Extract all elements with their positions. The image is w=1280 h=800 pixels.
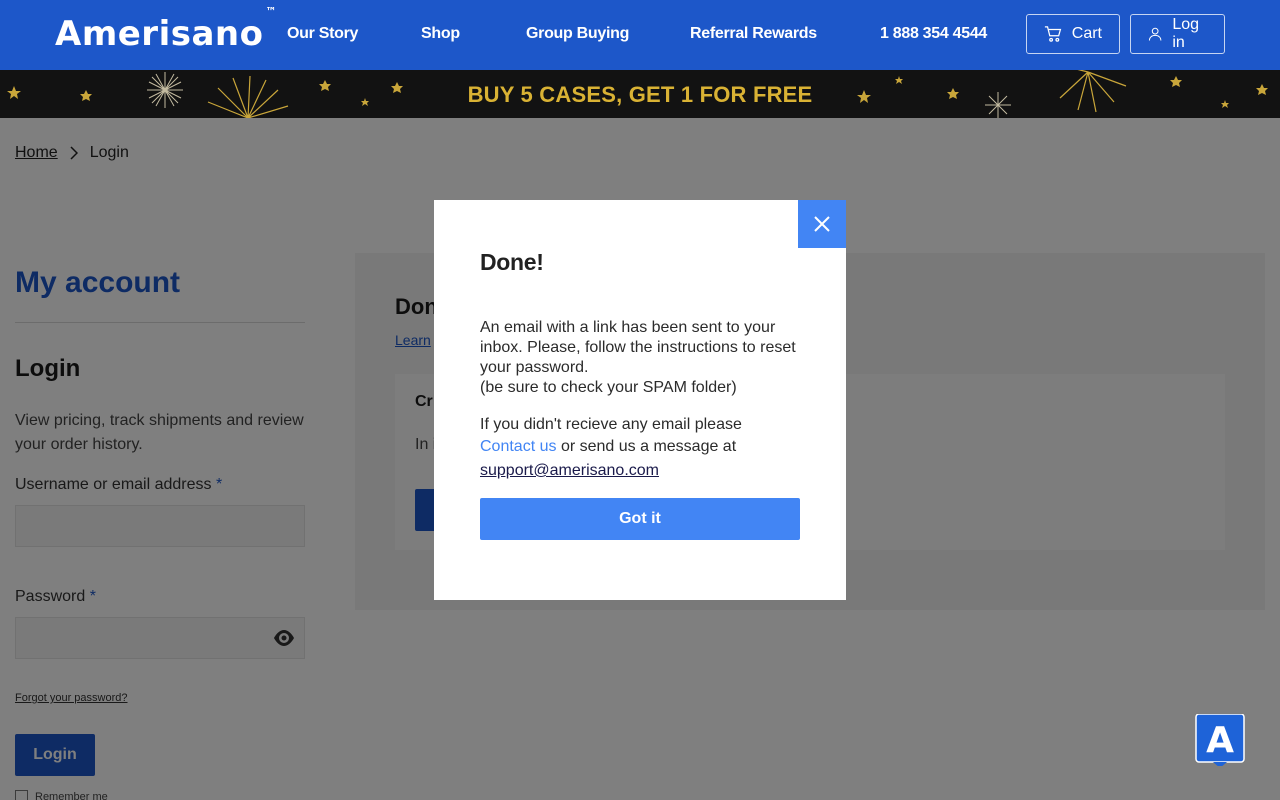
support-email-link[interactable]: support@amerisano.com bbox=[480, 460, 810, 482]
modal-title: Done! bbox=[480, 249, 544, 275]
site-header: Amerisano™ Our Story Shop Group Buying R… bbox=[0, 0, 1280, 70]
promo-text: BUY 5 CASES, GET 1 FOR FREE bbox=[467, 82, 813, 107]
nav-shop[interactable]: Shop bbox=[421, 25, 460, 43]
nav-referral-rewards[interactable]: Referral Rewards bbox=[690, 25, 817, 43]
no-email-prefix: If you didn't recieve any email please bbox=[480, 416, 742, 433]
password-reset-modal: Done! An email with a link has been sent… bbox=[434, 200, 846, 600]
login-header-label: Log in bbox=[1172, 16, 1200, 51]
user-icon bbox=[1148, 27, 1162, 41]
login-header-button[interactable]: Log in bbox=[1130, 14, 1225, 54]
no-email-suffix: or send us a message at bbox=[560, 438, 737, 455]
chat-widget-icon[interactable]: A bbox=[1195, 714, 1245, 766]
modal-spam-note: (be sure to check your SPAM folder) bbox=[480, 379, 737, 396]
amerisano-logo[interactable]: Amerisano™ bbox=[55, 5, 277, 54]
modal-close-button[interactable] bbox=[798, 200, 846, 248]
nav-group-buying[interactable]: Group Buying bbox=[526, 25, 629, 43]
modal-message: An email with a link has been sent to yo… bbox=[480, 318, 810, 398]
cart-label: Cart bbox=[1071, 25, 1102, 42]
close-icon bbox=[814, 216, 830, 232]
got-it-button[interactable]: Got it bbox=[480, 498, 800, 540]
nav-our-story[interactable]: Our Story bbox=[287, 25, 358, 43]
contact-us-link[interactable]: Contact us bbox=[480, 438, 556, 455]
modal-no-email-text: If you didn't recieve any email please C… bbox=[480, 414, 810, 482]
chat-widget-letter: A bbox=[1206, 720, 1234, 761]
cart-button[interactable]: Cart bbox=[1026, 14, 1120, 54]
nav-phone-number[interactable]: 1 888 354 4544 bbox=[880, 25, 987, 43]
promo-banner[interactable]: BUY 5 CASES, GET 1 FOR FREE bbox=[0, 70, 1280, 118]
modal-message-text: An email with a link has been sent to yo… bbox=[480, 319, 796, 376]
cart-icon bbox=[1044, 26, 1062, 42]
